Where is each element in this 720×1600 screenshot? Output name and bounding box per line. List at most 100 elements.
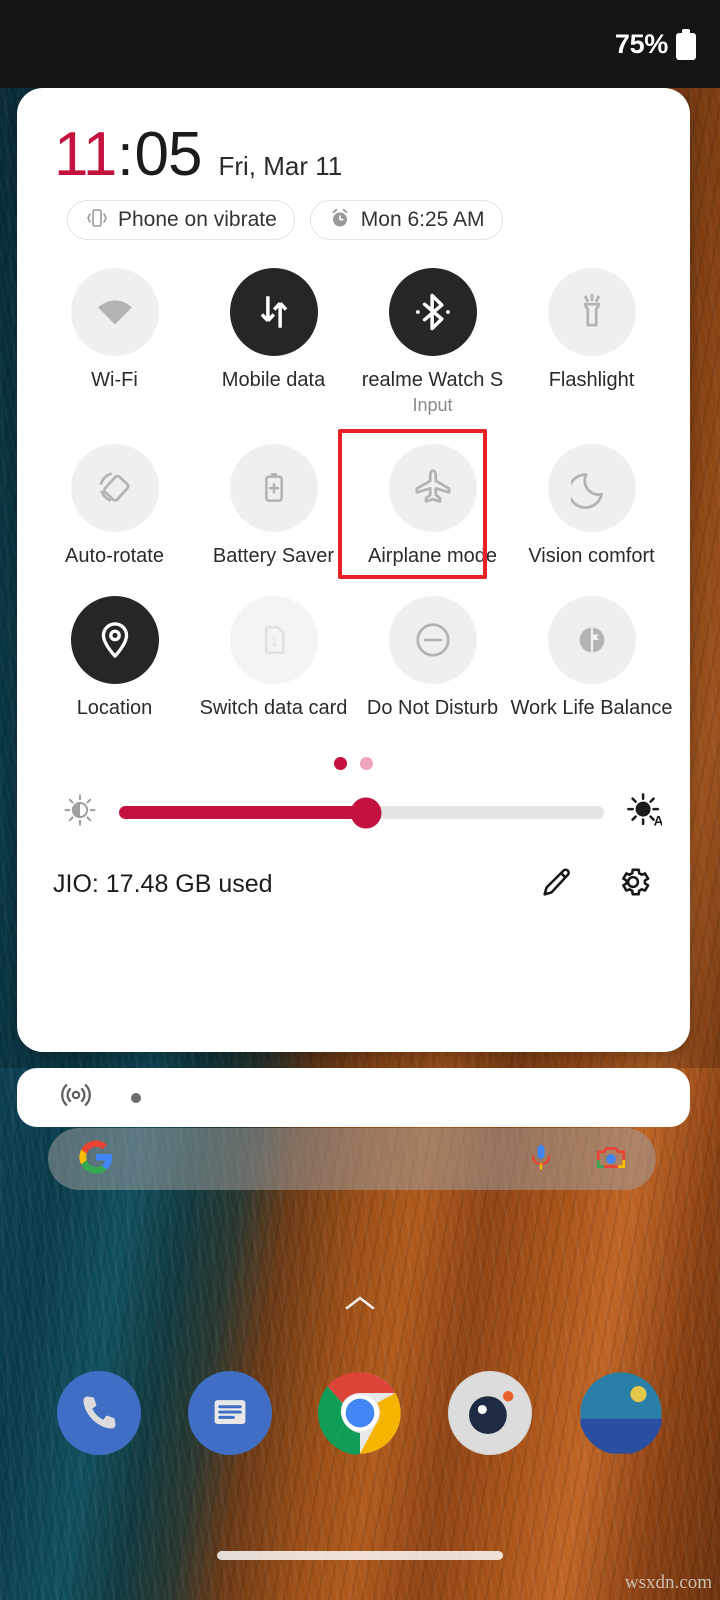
camera-icon [449,1372,531,1454]
tile-wifi[interactable]: Wi-Fi [35,262,194,416]
battery-percent-label: 75% [614,28,668,59]
sim-card-icon: 1 [264,626,285,654]
tile-airplane-mode[interactable]: Airplane mode [338,429,512,579]
tile-do-not-disturb[interactable]: Do Not Disturb [353,590,512,720]
pencil-edit-icon[interactable] [538,863,576,906]
moon-icon [570,473,603,509]
clock-row: 11 : 05 Fri, Mar 11 [17,88,690,186]
brightness-auto-icon[interactable]: A [626,792,664,833]
status-bar: 75% [0,0,720,88]
tile-circle [388,596,477,684]
pager-dot-inactive[interactable] [360,757,373,770]
tile-label: Wi-Fi [91,369,138,391]
status-chip-row: Phone on vibrate Mon 6:25 AM [17,186,690,240]
chip-label: Phone on vibrate [118,208,277,231]
brightness-slider-thumb[interactable] [350,797,382,828]
chevron-up-icon[interactable] [0,1290,720,1318]
tile-circle [547,596,636,684]
gallery-icon [580,1372,662,1454]
dock-app-gallery[interactable] [579,1371,663,1455]
brightness-slider[interactable] [119,797,604,828]
tile-circle [70,444,159,532]
mobile-data-icon [260,296,287,328]
search-bar-actions [526,1140,628,1179]
tile-battery-saver[interactable]: Battery Saver [194,438,353,568]
tile-circle [388,268,477,356]
airplane-icon [414,469,451,503]
tile-location[interactable]: Location [35,590,194,720]
pager-dot-active[interactable] [334,757,347,770]
brightness-slider-fill [119,806,367,819]
clock-colon: : [117,123,134,188]
quick-settings-panel: 11 : 05 Fri, Mar 11 Phone on vibrate Mon… [17,88,690,1052]
work-life-balance-icon [579,627,604,653]
google-g-icon[interactable] [76,1137,116,1182]
gear-icon[interactable] [614,863,652,906]
tile-label: Do Not Disturb [366,697,499,719]
pager-dots [17,757,690,770]
tile-circle [547,444,636,532]
tile-label: Battery Saver [212,545,335,567]
tile-circle [229,444,318,532]
tile-sublabel: Input [412,395,453,415]
chrome-icon [317,1372,401,1455]
chip-alarm[interactable]: Mon 6:25 AM [309,200,503,240]
tile-label: Location [76,697,153,719]
clock-date: Fri, Mar 11 [218,151,343,181]
dock [0,1365,720,1461]
tile-label: Vision comfort [528,545,655,567]
svg-text:1: 1 [270,633,277,648]
svg-text:A: A [654,814,662,828]
tile-label: Work Life Balance [510,697,673,719]
broadcast-icon[interactable] [59,1078,93,1117]
tile-label: Flashlight [548,369,635,391]
tile-mobile-data[interactable]: Mobile data [194,262,353,416]
tile-row: Wi-Fi Mobile data realme Watch S Input F… [35,262,672,416]
dock-app-messages[interactable] [187,1371,272,1455]
home-gesture-pill[interactable] [217,1550,503,1560]
dock-app-phone[interactable] [57,1371,142,1455]
alarm-icon [328,206,352,235]
dock-app-camera[interactable] [448,1371,533,1455]
tile-circle: 1 [229,596,318,684]
tile-bluetooth-realme-watch[interactable]: realme Watch S Input [353,262,512,416]
phone-icon [83,1396,116,1429]
do-not-disturb-icon [415,623,450,657]
battery-saver-icon [264,473,283,502]
tile-label: Auto-rotate [65,545,164,567]
brightness-low-icon[interactable] [63,793,97,832]
tile-work-life-balance[interactable]: Work Life Balance [510,590,673,720]
tile-flashlight[interactable]: Flashlight [512,262,671,416]
tile-circle [70,596,159,684]
vibrate-icon [85,207,109,234]
google-lens-camera-icon[interactable] [594,1140,628,1179]
chip-phone-on-vibrate[interactable]: Phone on vibrate [67,200,295,240]
tile-vision-comfort[interactable]: Vision comfort [512,438,671,568]
dock-app-chrome[interactable] [317,1371,402,1455]
tile-label: realme Watch S [361,369,504,391]
footer-actions [538,863,652,906]
tile-auto-rotate[interactable]: Auto-rotate [35,438,194,568]
battery-full-icon [676,28,696,60]
tile-switch-data-card[interactable]: 1 Switch data card [194,590,353,720]
media-output-card[interactable] [17,1068,690,1127]
tile-label: Airplane mode [368,545,497,567]
tile-row: Auto-rotate Battery Saver Airplane mode … [35,429,672,579]
quick-settings-tile-grid: Wi-Fi Mobile data realme Watch S Input F… [17,240,690,720]
carrier-usage-label: JIO: 17.48 GB used [53,870,273,898]
bluetooth-icon [415,293,450,331]
tile-label: Switch data card [199,697,348,719]
flashlight-icon [583,293,600,327]
location-pin-icon [101,622,128,658]
clock-minutes: 05 [134,120,203,189]
tile-circle [229,268,318,356]
microphone-icon[interactable] [526,1140,556,1179]
status-bar-right: 75% [614,28,696,60]
clock-hours: 11 [54,120,117,189]
tile-circle [70,268,159,356]
navigation-bar [0,1540,720,1570]
brightness-row: A [17,770,690,833]
wifi-icon [97,300,132,325]
media-status-dot [131,1092,141,1103]
google-search-bar[interactable] [48,1128,656,1190]
